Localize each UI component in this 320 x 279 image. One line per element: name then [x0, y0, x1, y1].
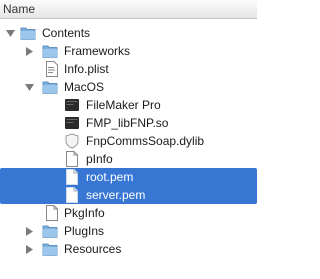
executable-icon: [64, 97, 80, 113]
list-item-filemaker-pro[interactable]: FileMaker Pro: [0, 96, 257, 114]
list-item-label: Frameworks: [64, 44, 131, 58]
list-item-label: root.pem: [86, 170, 134, 184]
list-item-label: Resources: [64, 242, 122, 256]
list-item-label: Contents: [42, 26, 91, 40]
list-item-label: Info.plist: [64, 62, 109, 76]
list-item-contents[interactable]: Contents: [0, 24, 257, 42]
list-item-resources[interactable]: Resources: [0, 240, 257, 258]
list-item-plugins[interactable]: PlugIns: [0, 222, 257, 240]
executable-icon: [64, 115, 80, 131]
name-column-label: Name: [3, 2, 36, 16]
folder-icon: [42, 241, 58, 257]
folder-icon: [20, 25, 36, 41]
disclosure-triangle-collapsed-icon[interactable]: [23, 222, 35, 240]
disclosure-triangle-expanded-icon[interactable]: [4, 24, 16, 42]
list-item-server-pem[interactable]: server.pem: [0, 186, 257, 204]
document-icon: [64, 151, 80, 167]
list-item-label: PlugIns: [64, 224, 105, 238]
disclosure-triangle-expanded-icon[interactable]: [23, 78, 35, 96]
list-item-label: MacOS: [64, 80, 105, 94]
disclosure-triangle-collapsed-icon[interactable]: [23, 240, 35, 258]
folder-icon: [42, 43, 58, 59]
list-item-fnpcommssoap[interactable]: FnpCommsSoap.dylib: [0, 132, 257, 150]
list-item-fmp-libfnp[interactable]: FMP_libFNP.so: [0, 114, 257, 132]
list-item-label: FMP_libFNP.so: [86, 116, 169, 130]
name-column-header[interactable]: Name: [0, 0, 257, 19]
dylib-shield-icon: [64, 133, 80, 149]
folder-icon: [42, 223, 58, 239]
list-item-label: FnpCommsSoap.dylib: [86, 134, 205, 148]
list-item-info-plist[interactable]: Info.plist: [0, 60, 257, 78]
list-item-frameworks[interactable]: Frameworks: [0, 42, 257, 60]
disclosure-triangle-collapsed-icon[interactable]: [23, 42, 35, 60]
folder-icon: [42, 79, 58, 95]
list-item-label: server.pem: [86, 188, 146, 202]
list-item-pinfo[interactable]: pInfo: [0, 150, 257, 168]
document-icon: [44, 205, 60, 221]
list-item-root-pem[interactable]: root.pem: [0, 168, 257, 186]
list-item-pkginfo[interactable]: PkgInfo: [0, 204, 257, 222]
plist-file-icon: [44, 61, 60, 77]
list-item-label: pInfo: [86, 152, 113, 166]
list-item-label: FileMaker Pro: [86, 98, 161, 112]
list-item-label: PkgInfo: [64, 206, 105, 220]
list-item-macos[interactable]: MacOS: [0, 78, 257, 96]
document-icon: [64, 169, 80, 185]
document-icon: [64, 187, 80, 203]
